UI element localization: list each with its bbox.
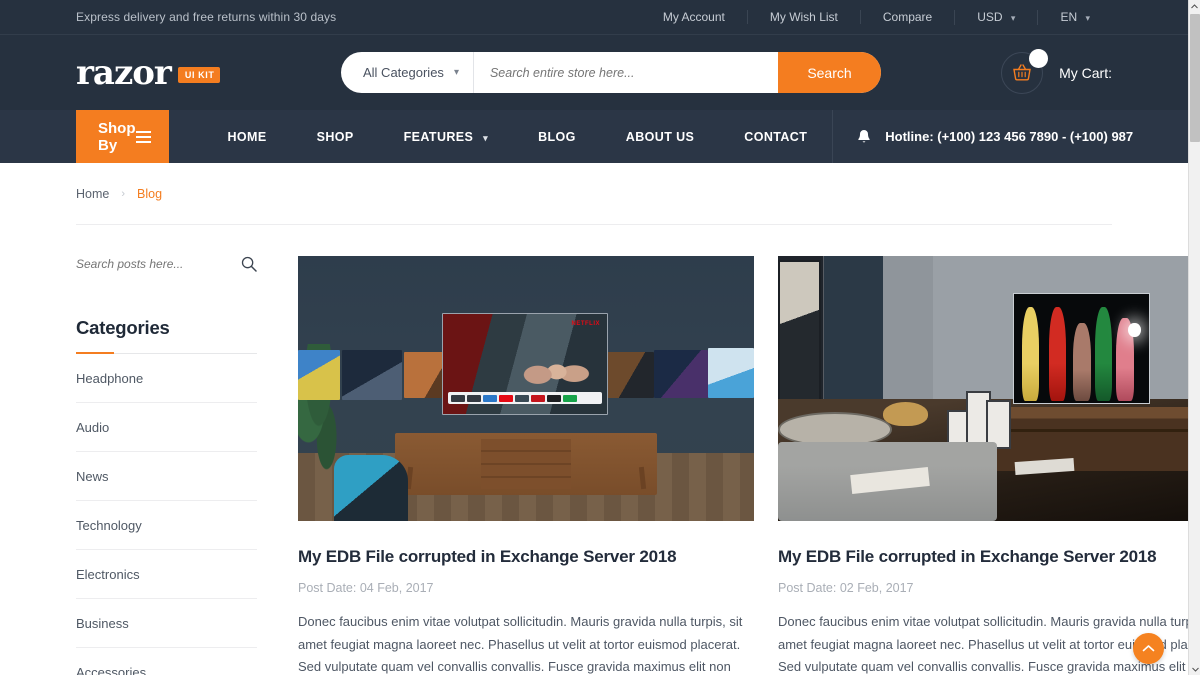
category-item-news[interactable]: News xyxy=(76,452,257,501)
hamburger-icon xyxy=(135,130,151,143)
nav-item-contact[interactable]: CONTACT xyxy=(719,130,832,144)
nav-item-blog[interactable]: BLOG xyxy=(513,130,601,144)
nav-item-shop[interactable]: SHOP xyxy=(292,130,379,144)
page-content: Categories Headphone Audio News Technolo… xyxy=(0,256,1188,675)
top-link-compare[interactable]: Compare xyxy=(859,10,954,24)
currency-selector[interactable]: USD ▾ xyxy=(954,9,1037,25)
currency-label: USD xyxy=(977,9,1003,24)
search-category-label: All Categories xyxy=(363,65,444,80)
scrollbar-down-arrow[interactable] xyxy=(1189,663,1200,675)
top-link-my-wish-list[interactable]: My Wish List xyxy=(746,10,860,24)
category-item-accessories[interactable]: Accessories xyxy=(76,648,257,675)
scrollbar-up-arrow[interactable] xyxy=(1189,0,1200,12)
nav-item-label: FEATURES xyxy=(403,129,474,144)
top-link-label: My Wish List xyxy=(769,10,838,24)
site-logo[interactable]: razor UI KIT xyxy=(76,56,341,90)
categories-heading: Categories xyxy=(76,317,170,338)
logo-wordmark: razor xyxy=(76,52,172,93)
nav-links: HOME SHOP FEATURES ▾ BLOG ABOUT US CONTA… xyxy=(203,110,833,163)
nav-item-label: CONTACT xyxy=(744,129,808,144)
search-category-dropdown[interactable]: All Categories ▾ xyxy=(341,52,474,93)
browser-scrollbar[interactable] xyxy=(1188,0,1200,675)
nav-item-label: SHOP xyxy=(316,129,354,144)
page-root: Express delivery and free returns within… xyxy=(0,0,1188,675)
top-link-label: Compare xyxy=(882,10,933,24)
language-selector[interactable]: EN ▾ xyxy=(1037,9,1112,25)
cart-area[interactable]: My Cart: xyxy=(1001,48,1112,94)
living-room-tv-fashion-photo xyxy=(778,256,1188,521)
post-search-input[interactable] xyxy=(76,257,241,271)
post-thumbnail[interactable]: NETFLIX xyxy=(298,256,754,521)
breadcrumb-current[interactable]: Blog xyxy=(137,187,162,201)
nav-item-label: HOME xyxy=(227,129,267,144)
post-date: Post Date: 02 Feb, 2017 xyxy=(778,581,914,595)
cart-button[interactable] xyxy=(1001,48,1049,94)
blog-sidebar: Categories Headphone Audio News Technolo… xyxy=(76,256,257,675)
top-link-label: My Account xyxy=(662,10,725,24)
cart-label: My Cart: xyxy=(1059,64,1112,81)
chevron-down-icon: ▾ xyxy=(483,132,489,143)
category-item-headphone[interactable]: Headphone xyxy=(76,354,257,403)
category-list: Headphone Audio News Technology Electron… xyxy=(76,354,257,675)
blog-post-list: NETFLIX My EDB File corrupted in Exchang… xyxy=(298,256,1188,675)
scroll-to-top-button[interactable] xyxy=(1133,633,1164,664)
bell-icon xyxy=(858,129,870,142)
shop-by-button[interactable]: Shop By xyxy=(76,110,169,163)
nav-item-home[interactable]: HOME xyxy=(203,130,292,144)
category-item-business[interactable]: Business xyxy=(76,599,257,648)
category-item-electronics[interactable]: Electronics xyxy=(76,550,257,599)
scrollbar-thumb[interactable] xyxy=(1190,14,1200,142)
search-icon[interactable] xyxy=(241,256,257,272)
living-room-tv-netflix-photo: NETFLIX xyxy=(298,256,754,521)
category-item-audio[interactable]: Audio xyxy=(76,403,257,452)
shop-by-label: Shop By xyxy=(98,119,136,154)
hotline-area: Hotline: (+100) 123 456 7890 - (+100) 98… xyxy=(832,110,1188,163)
breadcrumb-divider xyxy=(76,224,1112,225)
hotline-text: Hotline: (+100) 123 456 7890 - (+100) 98… xyxy=(885,129,1134,144)
chevron-down-icon: ▾ xyxy=(453,67,459,78)
post-search-row xyxy=(76,256,257,282)
store-search-bar: All Categories ▾ Search xyxy=(341,52,881,93)
post-excerpt: Donec faucibus enim vitae volutpat solli… xyxy=(298,614,743,674)
post-thumbnail[interactable] xyxy=(778,256,1188,521)
logo-badge: UI KIT xyxy=(177,66,221,83)
language-label: EN xyxy=(1060,9,1078,24)
breadcrumb-home[interactable]: Home xyxy=(76,187,109,201)
chevron-down-icon: ▾ xyxy=(1085,12,1090,23)
categories-heading-underline xyxy=(76,352,257,354)
top-link-my-account[interactable]: My Account xyxy=(641,10,747,24)
main-navigation: Shop By HOME SHOP FEATURES ▾ BLOG ABOUT … xyxy=(0,110,1188,163)
category-item-technology[interactable]: Technology xyxy=(76,501,257,550)
nav-item-features[interactable]: FEATURES ▾ xyxy=(379,130,513,144)
post-title[interactable]: My EDB File corrupted in Exchange Server… xyxy=(298,547,754,567)
blog-post-card: NETFLIX My EDB File corrupted in Exchang… xyxy=(298,256,754,675)
top-utility-bar: Express delivery and free returns within… xyxy=(0,0,1188,35)
breadcrumb-separator-icon: › xyxy=(121,188,126,200)
chevron-up-icon xyxy=(1142,645,1155,652)
search-button[interactable]: Search xyxy=(778,52,881,93)
nav-item-about-us[interactable]: ABOUT US xyxy=(601,130,719,144)
post-date: Post Date: 04 Feb, 2017 xyxy=(298,581,434,595)
site-header: razor UI KIT All Categories ▾ Search My … xyxy=(0,35,1188,110)
post-title[interactable]: My EDB File corrupted in Exchange Server… xyxy=(778,547,1188,567)
shopping-basket-icon xyxy=(1013,64,1031,81)
breadcrumb-section: Home › Blog xyxy=(0,163,1188,225)
cart-count-badge xyxy=(1029,48,1049,68)
top-links: My Account My Wish List Compare USD ▾ EN… xyxy=(641,9,1112,25)
blog-post-card: My EDB File corrupted in Exchange Server… xyxy=(778,256,1188,675)
post-excerpt: Donec faucibus enim vitae volutpat solli… xyxy=(778,614,1188,674)
promo-text: Express delivery and free returns within… xyxy=(76,10,337,24)
chevron-down-icon: ▾ xyxy=(1010,12,1016,23)
store-search-input[interactable] xyxy=(473,52,778,93)
nav-item-label: BLOG xyxy=(538,129,576,144)
nav-item-label: ABOUT US xyxy=(625,129,695,144)
breadcrumb: Home › Blog xyxy=(76,187,1112,201)
